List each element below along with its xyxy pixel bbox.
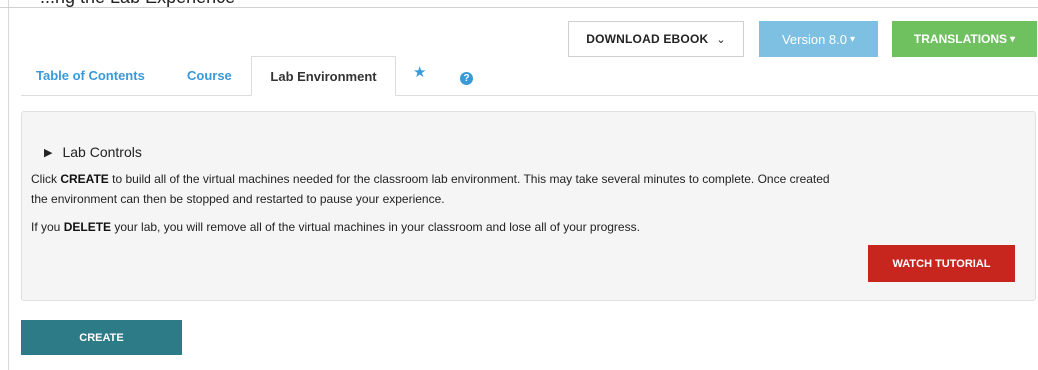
create-button[interactable]: CREATE — [21, 320, 182, 355]
watch-tutorial-button[interactable]: WATCH TUTORIAL — [868, 245, 1015, 282]
tab-course[interactable]: Course — [187, 68, 232, 83]
caret-down-icon: ▾ — [850, 33, 856, 45]
version-dropdown-button[interactable]: Version 8.0 ▾ — [759, 21, 878, 57]
chevron-down-icon: ⌄ — [716, 33, 726, 46]
download-ebook-label: DOWNLOAD EBOOK — [586, 32, 709, 46]
star-icon: ★ — [413, 64, 427, 81]
lab-controls-title: Lab Controls — [62, 144, 142, 160]
tab-lab-environment[interactable]: Lab Environment — [251, 56, 396, 96]
create-instructions: Click CREATE to build all of the virtual… — [31, 169, 830, 209]
delete-warning: If you DELETE your lab, you will remove … — [31, 220, 640, 234]
tab-help[interactable]: ? — [460, 68, 473, 86]
tab-table-of-contents[interactable]: Table of Contents — [36, 68, 145, 83]
lab-controls-panel: ▶ Lab Controls Click CREATE to build all… — [21, 111, 1036, 301]
tabs-divider — [21, 95, 1038, 96]
caret-down-icon: ▾ — [1010, 33, 1016, 45]
translations-label: TRANSLATIONS — [913, 32, 1008, 46]
lab-controls-toggle[interactable]: ▶ Lab Controls — [44, 144, 142, 160]
download-ebook-button[interactable]: DOWNLOAD EBOOK ⌄ — [568, 21, 744, 57]
expand-triangle-icon: ▶ — [44, 146, 53, 159]
top-divider — [0, 7, 1038, 8]
create-instructions-line-1: Click CREATE to build all of the virtual… — [31, 172, 830, 186]
page-heading-fragment: ...ng the Lab Experience — [0, 0, 560, 12]
translations-dropdown-button[interactable]: TRANSLATIONS ▾ — [892, 21, 1037, 57]
tab-favorites[interactable]: ★ — [413, 63, 426, 81]
create-instructions-line-2: the environment can then be stopped and … — [31, 192, 445, 206]
left-border — [8, 0, 9, 370]
help-icon: ? — [460, 72, 473, 85]
version-label: Version 8.0 — [781, 31, 847, 47]
